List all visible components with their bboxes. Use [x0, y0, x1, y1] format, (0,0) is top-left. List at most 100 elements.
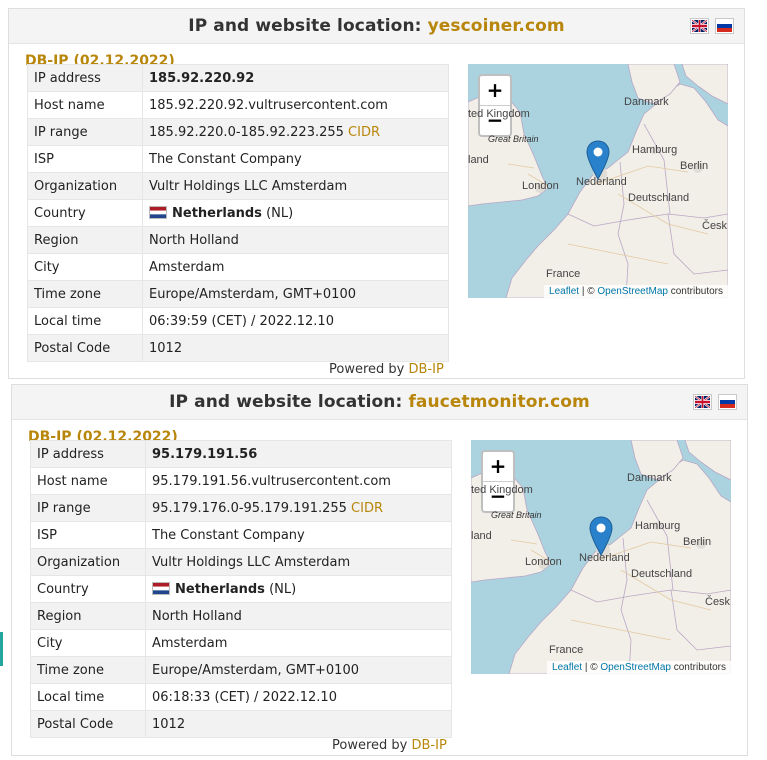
map-marker-icon[interactable] [586, 140, 610, 180]
table-row: Time zone Europe/Amsterdam, GMT+0100 [27, 280, 449, 308]
map-label-danmark: Danmark [624, 96, 669, 108]
postal-code-value: 1012 [142, 334, 449, 362]
table-row: Local time 06:39:59 (CET) / 2022.12.10 [27, 307, 449, 335]
cidr-link[interactable]: CIDR [351, 501, 383, 516]
row-label: City [27, 253, 143, 281]
attribution-separator: | © [581, 286, 595, 297]
domain-name: yescoiner.com [427, 16, 565, 36]
map-label-danmark: Danmark [627, 472, 672, 484]
row-label: ISP [30, 521, 146, 549]
host-name-value: 95.179.191.56.vultrusercontent.com [145, 467, 452, 495]
powered-by: Powered by DB-IP [332, 738, 447, 753]
openstreetmap-link[interactable]: OpenStreetMap [597, 286, 668, 297]
leaflet-link[interactable]: Leaflet [549, 286, 579, 297]
map-zoom-control: + − [481, 450, 515, 513]
map-label-berlin: Berlin [683, 536, 712, 548]
db-ip-link[interactable]: DB-IP [412, 738, 447, 753]
postal-code-value: 1012 [145, 710, 452, 738]
panel-title: IP and website location: yescoiner.com [9, 16, 744, 36]
table-row: Country Netherlands (NL) [27, 199, 449, 227]
isp-value: The Constant Company [145, 521, 452, 549]
map-label-hamburg: Hamburg [635, 520, 681, 532]
russia-flag-icon [720, 396, 735, 408]
local-time-value: 06:39:59 (CET) / 2022.12.10 [142, 307, 449, 335]
table-row: ISP The Constant Company [27, 145, 449, 173]
title-prefix: IP and website location: [188, 16, 422, 36]
openstreetmap-link[interactable]: OpenStreetMap [600, 662, 671, 673]
local-time-value: 06:18:33 (CET) / 2022.12.10 [145, 683, 452, 711]
table-row: Host name 185.92.220.92.vultrusercontent.… [27, 91, 449, 119]
country-code: (NL) [266, 205, 294, 221]
ip-address-value: 95.179.191.56 [145, 440, 452, 468]
row-label: IP address [27, 64, 143, 92]
location-map[interactable]: + − ted Kingdom Great Britain land Londo… [471, 440, 731, 674]
zoom-in-button[interactable]: + [483, 452, 513, 482]
ip-info-table: IP address 185.92.220.92 Host name 185.92.… [27, 64, 449, 362]
map-label-kingdom: ted Kingdom [468, 108, 530, 120]
table-row: IP range 185.92.220.0-185.92.223.255 CIDR [27, 118, 449, 146]
map-label-cesk: Česk [702, 220, 728, 232]
attribution-separator: | © [584, 662, 598, 673]
table-row: Region North Holland [30, 602, 452, 630]
row-label: Organization [30, 548, 146, 576]
map-marker-icon[interactable] [589, 516, 613, 556]
row-label: Region [27, 226, 143, 254]
russian-language-button[interactable] [718, 394, 737, 410]
table-row: Country Netherlands (NL) [30, 575, 452, 603]
row-label: Time zone [27, 280, 143, 308]
netherlands-flag-icon [152, 581, 170, 595]
map-attribution: Leaflet | © OpenStreetMap contributors [547, 661, 731, 674]
city-value: Amsterdam [142, 253, 449, 281]
map-label-kingdom: ted Kingdom [471, 484, 533, 496]
panel-title: IP and website location: faucetmonitor.c… [12, 392, 747, 412]
row-label: IP address [30, 440, 146, 468]
row-label: IP range [30, 494, 146, 522]
host-name-value: 185.92.220.92.vultrusercontent.com [142, 91, 449, 119]
table-row: IP address 185.92.220.92 [27, 64, 449, 92]
table-row: Postal Code 1012 [30, 710, 452, 738]
row-label: Host name [30, 467, 146, 495]
isp-value: The Constant Company [142, 145, 449, 173]
location-map[interactable]: + − ted Kingdom Great Britain land Londo… [468, 64, 728, 298]
map-label-france: France [546, 268, 581, 280]
row-label: Postal Code [27, 334, 143, 362]
map-attribution: Leaflet | © OpenStreetMap contributors [544, 285, 728, 298]
english-language-button[interactable] [693, 394, 712, 410]
map-label-deutschland: Deutschland [631, 568, 693, 580]
organization-value: Vultr Holdings LLC Amsterdam [142, 172, 449, 200]
cidr-link[interactable]: CIDR [348, 125, 380, 140]
table-row: Local time 06:18:33 (CET) / 2022.12.10 [30, 683, 452, 711]
title-prefix: IP and website location: [169, 392, 403, 412]
ip-address-value: 185.92.220.92 [142, 64, 449, 92]
ip-range-value: 185.92.220.0-185.92.223.255 [149, 124, 344, 140]
language-switcher [693, 394, 737, 410]
leaflet-link[interactable]: Leaflet [552, 662, 582, 673]
russian-language-button[interactable] [715, 18, 734, 34]
english-language-button[interactable] [690, 18, 709, 34]
powered-by: Powered by DB-IP [329, 362, 444, 377]
region-value: North Holland [145, 602, 452, 630]
country-code: (NL) [269, 581, 297, 597]
map-label-great-britain: Great Britain [488, 134, 539, 144]
ip-location-panel-yescoiner: IP and website location: yescoiner.com D… [8, 8, 745, 379]
russia-flag-icon [717, 20, 732, 32]
powered-by-text: Powered by [329, 362, 405, 377]
table-row: Time zone Europe/Amsterdam, GMT+0100 [30, 656, 452, 684]
time-zone-value: Europe/Amsterdam, GMT+0100 [145, 656, 452, 684]
row-label: Country [27, 199, 143, 227]
zoom-in-button[interactable]: + [480, 76, 510, 106]
map-label-cesk: Česk [705, 596, 731, 608]
table-row: Region North Holland [27, 226, 449, 254]
db-ip-link[interactable]: DB-IP [409, 362, 444, 377]
map-label-hamburg: Hamburg [632, 144, 678, 156]
row-label: Country [30, 575, 146, 603]
domain-name: faucetmonitor.com [408, 392, 590, 412]
region-value: North Holland [142, 226, 449, 254]
row-label: Local time [27, 307, 143, 335]
netherlands-flag-icon [149, 205, 167, 219]
powered-by-text: Powered by [332, 738, 408, 753]
time-zone-value: Europe/Amsterdam, GMT+0100 [142, 280, 449, 308]
map-label-land: land [468, 154, 489, 166]
table-row: Organization Vultr Holdings LLC Amsterdam [27, 172, 449, 200]
ip-range-value: 95.179.176.0-95.179.191.255 [152, 500, 347, 516]
